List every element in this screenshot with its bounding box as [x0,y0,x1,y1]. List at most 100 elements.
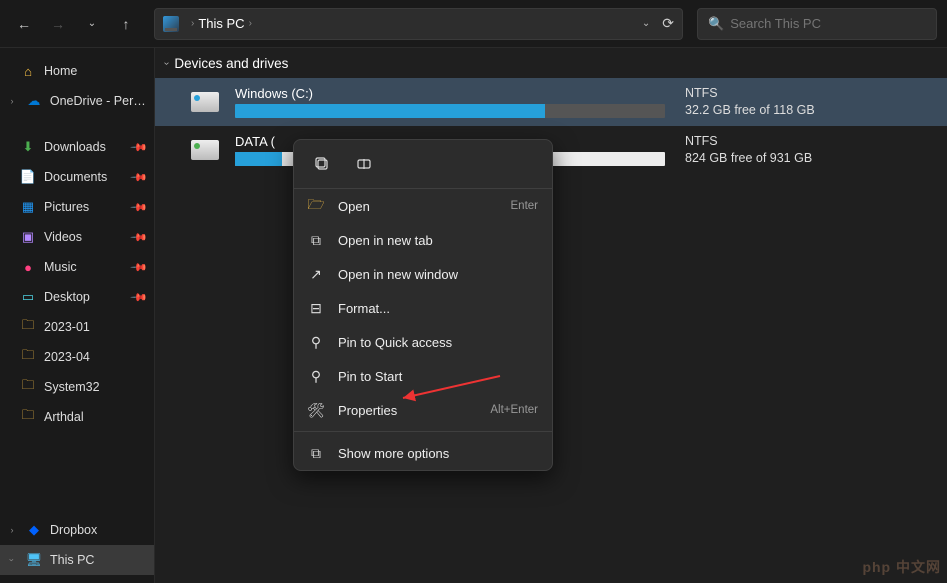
context-item-label: Show more options [338,446,449,461]
chevron-down-icon: › [7,554,17,566]
sidebar-item-label: Home [44,64,77,78]
rename-icon [356,156,372,172]
pin-icon: 📌 [130,228,149,247]
group-header-devices[interactable]: › Devices and drives [155,48,947,78]
format-icon: ⊟ [308,300,324,317]
sidebar-item-pictures[interactable]: ▦ Pictures 📌 [0,192,154,222]
chevron-down-icon: › [161,61,172,64]
pin-icon: 📌 [130,258,149,277]
pin-icon: 📌 [130,198,149,217]
pin-start-icon: ⚲ [308,368,324,385]
cloud-icon: ☁ [26,93,42,109]
pin-icon: 📌 [130,138,149,157]
pin-icon: 📌 [130,288,149,307]
search-input[interactable] [730,16,926,31]
more-options-icon: ⧉ [308,445,324,462]
properties-icon: 🛠 [308,402,324,419]
drive-filesystem: NTFS [685,85,815,103]
copy-icon [314,156,330,172]
sidebar-item-label: This PC [50,553,94,567]
pc-icon: 🖥 [26,552,42,568]
context-item-label: Open in new window [338,267,458,282]
context-menu-topbar [294,140,552,189]
context-item-label: Format... [338,301,390,316]
sidebar-item-downloads[interactable]: ⬇ Downloads 📌 [0,132,154,162]
context-menu: 🗁 Open Enter ⧉ Open in new tab ↗ Open in… [293,139,553,471]
sidebar-item-label: 2023-04 [44,350,90,364]
documents-icon: 📄 [20,169,36,185]
drive-filesystem: NTFS [685,133,812,151]
home-icon: ⌂ [20,63,36,79]
search-box[interactable]: 🔍 [697,8,937,40]
pictures-icon: ▦ [20,199,36,215]
sidebar-item-music[interactable]: ● Music 📌 [0,252,154,282]
context-item-label: Properties [338,403,397,418]
nav-recent-dropdown[interactable]: ⌄ [78,10,106,38]
sidebar-item-label: Dropbox [50,523,97,537]
drive-meta: NTFS 32.2 GB free of 118 GB [685,85,815,120]
sidebar-item-folder[interactable]: 🗀 System32 [0,372,154,402]
context-item-label: Open in new tab [338,233,433,248]
copy-button[interactable] [308,150,336,178]
address-bar[interactable]: › This PC › ⌄ ⟳ [154,8,683,40]
sidebar-item-label: OneDrive - Perso [50,94,146,108]
drive-usage-bar [235,104,665,118]
address-dropdown-icon[interactable]: ⌄ [642,18,650,29]
folder-icon: 🗀 [20,319,36,335]
new-tab-icon: ⧉ [308,232,324,249]
rename-button[interactable] [350,150,378,178]
sidebar-item-label: Music [44,260,77,274]
context-item-open-new-window[interactable]: ↗ Open in new window [294,257,552,291]
refresh-button[interactable]: ⟳ [662,15,674,32]
pc-icon [163,16,179,32]
sidebar-item-this-pc[interactable]: › 🖥 This PC [0,545,154,575]
sidebar-item-label: Videos [44,230,82,244]
drive-icon [191,140,219,160]
folder-icon: 🗀 [20,349,36,365]
sidebar-item-label: Arthdal [44,410,84,424]
nav-up-button[interactable]: ↑ [112,10,140,38]
drive-free-space: 824 GB free of 931 GB [685,150,812,168]
pin-icon: ⚲ [308,334,324,351]
sidebar-item-folder[interactable]: 🗀 Arthdal [0,402,154,432]
sidebar-item-label: Documents [44,170,107,184]
sidebar-item-onedrive[interactable]: › ☁ OneDrive - Perso [0,86,154,116]
drive-free-space: 32.2 GB free of 118 GB [685,102,815,120]
context-item-open-new-tab[interactable]: ⧉ Open in new tab [294,223,552,257]
chevron-right-icon: › [6,525,18,535]
sidebar-item-label: System32 [44,380,100,394]
context-item-shortcut: Enter [511,200,539,212]
sidebar-item-dropbox[interactable]: › ◆ Dropbox [0,515,154,545]
navigation-pane: ⌂ Home › ☁ OneDrive - Perso ⬇ Downloads … [0,48,155,583]
context-item-pin-start[interactable]: ⚲ Pin to Start [294,359,552,393]
sidebar-item-label: Downloads [44,140,106,154]
breadcrumb-root[interactable]: This PC [198,16,244,31]
chevron-right-icon: › [249,18,252,29]
context-item-open[interactable]: 🗁 Open Enter [294,189,552,223]
nav-forward-button[interactable]: → [44,10,72,38]
context-item-format[interactable]: ⊟ Format... [294,291,552,325]
sidebar-item-desktop[interactable]: ▭ Desktop 📌 [0,282,154,312]
nav-back-button[interactable]: ← [10,10,38,38]
sidebar-item-home[interactable]: ⌂ Home [0,56,154,86]
context-item-properties[interactable]: 🛠 Properties Alt+Enter [294,393,552,427]
toolbar: ← → ⌄ ↑ › This PC › ⌄ ⟳ 🔍 [0,0,947,48]
sidebar-item-folder[interactable]: 🗀 2023-01 [0,312,154,342]
drive-icon [191,92,219,112]
context-item-pin-quick-access[interactable]: ⚲ Pin to Quick access [294,325,552,359]
group-header-label: Devices and drives [174,56,288,71]
sidebar-item-label: 2023-01 [44,320,90,334]
context-item-label: Pin to Start [338,369,402,384]
sidebar-item-label: Pictures [44,200,89,214]
sidebar-item-folder[interactable]: 🗀 2023-04 [0,342,154,372]
folder-icon: 🗀 [20,409,36,425]
sidebar-item-documents[interactable]: 📄 Documents 📌 [0,162,154,192]
context-item-show-more[interactable]: ⧉ Show more options [294,436,552,470]
drive-row-windows-c[interactable]: Windows (C:) NTFS 32.2 GB free of 118 GB [155,78,947,126]
sidebar-item-videos[interactable]: ▣ Videos 📌 [0,222,154,252]
videos-icon: ▣ [20,229,36,245]
download-icon: ⬇ [20,139,36,155]
dropbox-icon: ◆ [26,522,42,538]
music-icon: ● [20,259,36,275]
watermark: php 中文网 [862,557,941,577]
